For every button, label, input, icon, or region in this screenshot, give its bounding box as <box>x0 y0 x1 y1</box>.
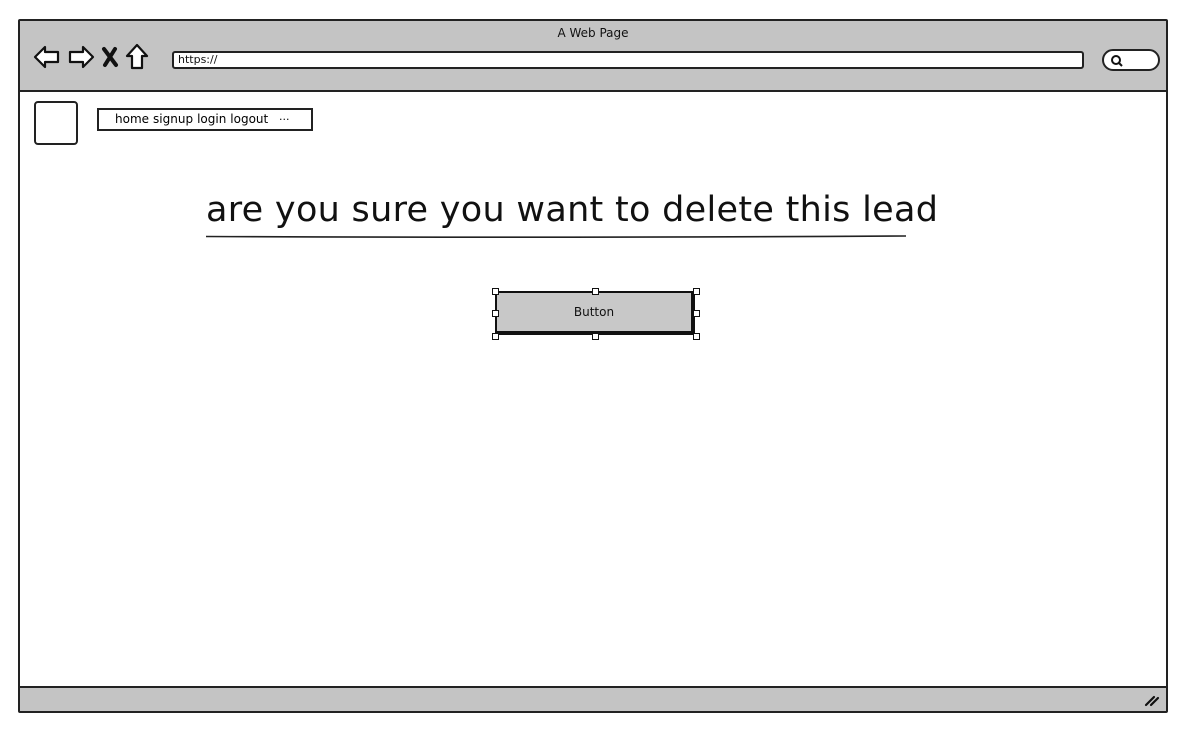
nav-link-login[interactable]: login <box>197 112 226 126</box>
close-icon[interactable] <box>100 43 120 71</box>
search-icon <box>1111 55 1123 67</box>
back-arrow-icon[interactable] <box>32 43 62 71</box>
selection-handle[interactable] <box>693 288 700 295</box>
selection-handle[interactable] <box>693 333 700 340</box>
selection-handle[interactable] <box>592 333 599 340</box>
logo-placeholder <box>34 101 78 145</box>
nav-link-logout[interactable]: logout <box>230 112 268 126</box>
home-icon[interactable] <box>124 42 150 72</box>
forward-arrow-icon[interactable] <box>66 43 96 71</box>
selection-handle[interactable] <box>492 288 499 295</box>
status-bar <box>20 686 1166 711</box>
search-field[interactable] <box>1102 49 1160 71</box>
page-content: home signup login logout ... are you sure y… <box>20 92 1166 692</box>
selection-handle[interactable] <box>492 310 499 317</box>
confirm-delete-button[interactable]: Button <box>495 291 695 335</box>
nav-link-signup[interactable]: signup <box>153 112 193 126</box>
nav-more[interactable]: ... <box>279 107 290 126</box>
browser-window: A Web Page https:// home signup login logou… <box>18 19 1168 713</box>
selection-handle[interactable] <box>693 310 700 317</box>
url-input[interactable]: https:// <box>172 51 1084 69</box>
heading-underline <box>206 235 906 238</box>
resize-grip-icon[interactable] <box>1144 693 1160 707</box>
nav-menu: home signup login logout ... <box>97 108 313 131</box>
browser-nav-buttons <box>32 41 150 73</box>
browser-titlebar: A Web Page https:// <box>20 21 1166 92</box>
selection-handle[interactable] <box>592 288 599 295</box>
page-heading: are you sure you want to delete this lea… <box>206 190 939 230</box>
button-selection: Button <box>492 288 700 340</box>
selection-handle[interactable] <box>492 333 499 340</box>
window-title: A Web Page <box>557 26 629 40</box>
nav-link-home[interactable]: home <box>115 112 149 126</box>
